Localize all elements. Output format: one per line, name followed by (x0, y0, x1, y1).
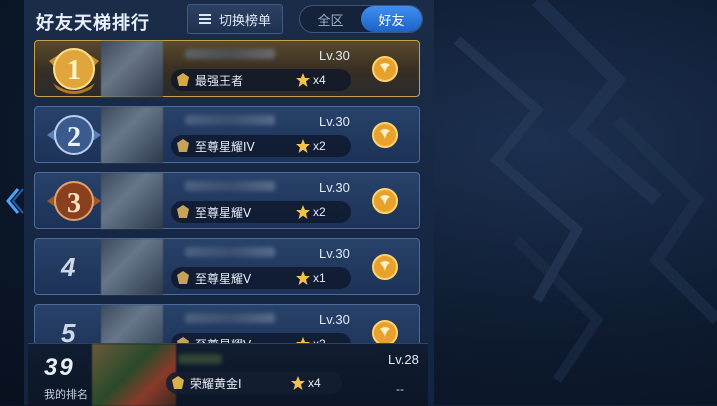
rank-emblem-silver-icon: 2 (47, 115, 101, 155)
tab-friends[interactable]: 好友 (361, 6, 422, 32)
my-extra-value: -- (396, 382, 404, 396)
rank-number: 2 (67, 122, 81, 153)
tier-pill: 荣耀黄金I x4 (166, 372, 342, 394)
tier-pill: 至尊星耀V x2 (171, 201, 351, 223)
level-label: Lv.30 (319, 180, 350, 195)
tier-pill: 最强王者 x4 (171, 69, 351, 91)
star-icon (296, 271, 310, 285)
header: 好友天梯排行 切换榜单 全区 好友 (24, 0, 434, 38)
my-level-label: Lv.28 (388, 352, 419, 367)
rank-number: 1 (67, 55, 81, 86)
star-icon (296, 139, 310, 153)
avatar (92, 344, 176, 406)
star-count: x2 (313, 139, 326, 153)
level-label: Lv.30 (319, 48, 350, 63)
star-count: x4 (313, 73, 326, 87)
avatar (101, 173, 163, 229)
tab-all-region[interactable]: 全区 (300, 6, 361, 32)
switch-list-button[interactable]: 切换榜单 (187, 4, 283, 34)
player-name-blurred (185, 247, 275, 257)
tier-pill: 至尊星耀V x1 (171, 267, 351, 289)
star-icon (296, 73, 310, 87)
tier-name: 至尊星耀V (195, 205, 252, 220)
star-count: x1 (313, 271, 326, 285)
tier-icon (177, 139, 189, 152)
star-icon (291, 376, 305, 390)
tier-name: 至尊星耀V (195, 271, 252, 286)
switch-list-label: 切换榜单 (218, 13, 271, 29)
ranking-row-2[interactable]: 2 Lv.30 至尊星耀IV x2 (34, 106, 420, 163)
star-count: x2 (313, 205, 326, 219)
rank-number: 4 (61, 252, 76, 282)
page-title: 好友天梯排行 (36, 13, 150, 34)
chevron-left-icon[interactable] (2, 186, 24, 216)
ranking-row-3[interactable]: 3 Lv.30 至尊星耀V x2 (34, 172, 420, 229)
tier-name: 最强王者 (195, 73, 244, 88)
action-icon[interactable] (371, 55, 399, 83)
star-icon (296, 205, 310, 219)
tier-icon (177, 271, 189, 284)
level-label: Lv.30 (319, 246, 350, 261)
background-decoration (453, 0, 717, 383)
rank-number: 3 (67, 188, 81, 219)
level-label: Lv.30 (319, 114, 350, 129)
my-rank-number: 39 (44, 354, 75, 381)
rank-emblem-gold-icon: 1 (49, 48, 99, 94)
player-name-blurred (185, 115, 275, 125)
level-label: Lv.30 (319, 312, 350, 327)
avatar (101, 239, 163, 295)
action-icon[interactable] (371, 187, 399, 215)
tier-name: 至尊星耀IV (195, 139, 255, 154)
star-count: x4 (308, 376, 321, 390)
player-name-blurred (185, 181, 275, 191)
rank-emblem-bronze-icon: 3 (47, 181, 101, 221)
tier-icon (172, 376, 184, 389)
scope-tabs: 全区 好友 (299, 5, 423, 33)
my-rank-label: 我的排名 (44, 388, 88, 401)
avatar (101, 41, 163, 97)
avatar (101, 107, 163, 163)
list-icon (198, 14, 211, 24)
player-name-blurred (178, 354, 222, 364)
tier-pill: 至尊星耀IV x2 (171, 135, 351, 157)
my-rank-bar: 39 我的排名 Lv.28 荣耀黄金I x4 -- (28, 343, 428, 406)
ranking-row-1[interactable]: 1 Lv.30 最强王者 x4 (34, 40, 420, 97)
ranking-row-4[interactable]: 4 Lv.30 至尊星耀V x1 (34, 238, 420, 295)
tier-icon (177, 205, 189, 218)
action-icon[interactable] (371, 253, 399, 281)
tier-icon (177, 73, 189, 86)
player-name-blurred (185, 49, 275, 59)
action-icon[interactable] (371, 121, 399, 149)
tier-name: 荣耀黄金I (190, 376, 242, 391)
player-name-blurred (185, 313, 275, 323)
